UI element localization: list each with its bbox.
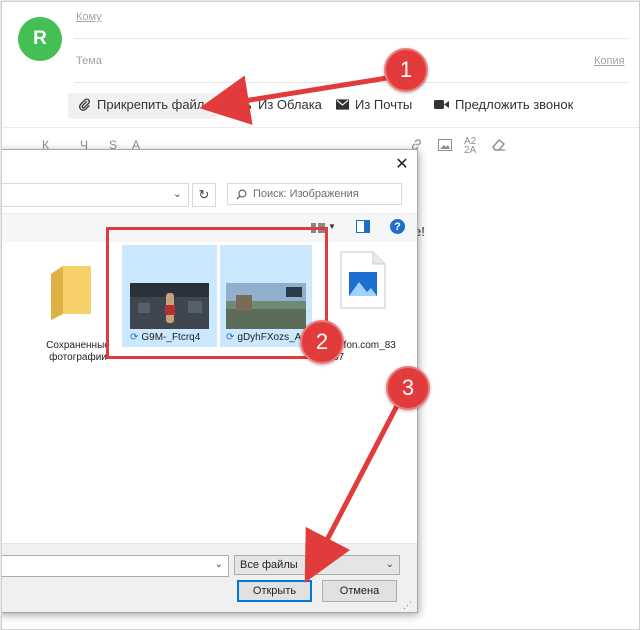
step-badge-3: 3 <box>386 366 430 410</box>
step-badge-1: 1 <box>384 48 428 92</box>
mail-compose-window: R Кому Тема Копия Прикрепить файл Из Обл… <box>1 1 640 630</box>
arrow-1 <box>199 75 388 125</box>
arrow-3 <box>304 398 403 583</box>
step-badge-2: 2 <box>300 320 344 364</box>
tutorial-arrows <box>199 75 403 583</box>
